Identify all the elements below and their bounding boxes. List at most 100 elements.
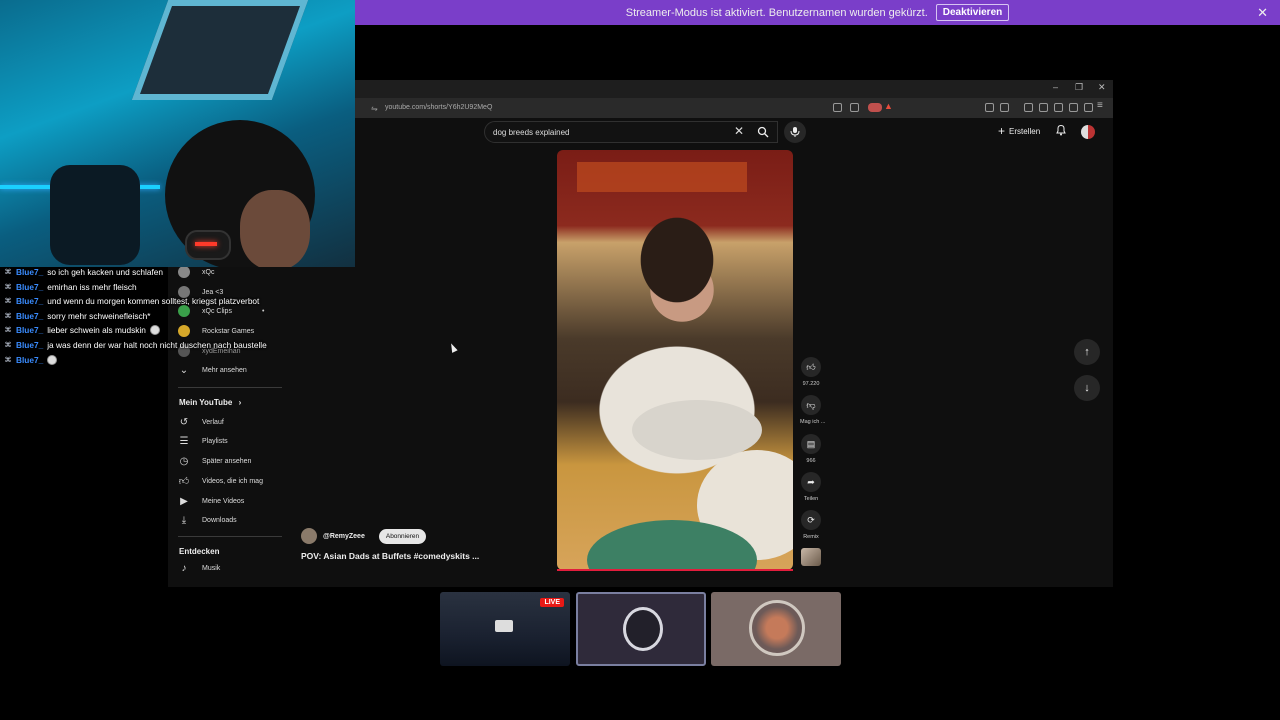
subscription-label: xQc — [202, 268, 215, 276]
account-avatar[interactable] — [1081, 125, 1095, 139]
subscription-label: Jea <3 — [202, 288, 224, 296]
notification-bell-icon[interactable] — [1055, 124, 1067, 136]
headphone-led — [195, 242, 217, 246]
share-button[interactable]: ➦ Teilen — [800, 472, 822, 502]
dislike-button[interactable]: 👎︎ Mag ich ... — [800, 395, 825, 425]
badge-icon: ⌘ — [4, 298, 12, 305]
extension-icon[interactable] — [850, 103, 859, 112]
short-channel-info: @RemyZeee Abonnieren — [301, 528, 427, 544]
thumbs-down-icon: 👎︎ — [801, 395, 821, 415]
extension-icon[interactable] — [1024, 103, 1033, 112]
sidebar-item-label: Meine Videos — [202, 497, 245, 505]
banner-text: Streamer-Modus ist aktiviert. Benutzerna… — [625, 6, 928, 19]
sidebar-item-label: Verlauf — [202, 418, 224, 426]
live-dot-icon: • — [262, 307, 265, 315]
minimize-icon[interactable]: – — [1053, 82, 1058, 92]
next-short-button[interactable]: ↓ — [1074, 375, 1100, 401]
extension-icon[interactable] — [868, 103, 882, 112]
chat-text: ja was denn der war halt noch nicht dusc… — [47, 340, 267, 350]
restaurant-sign — [577, 162, 747, 192]
chat-message: ⌘ Blue7_ lieber schwein als mudskin — [4, 325, 160, 335]
sidebar-item-playlists[interactable]: ☰ Playlists — [178, 432, 228, 450]
sidebar-item-history[interactable]: ↺ Verlauf — [178, 413, 224, 431]
warning-icon[interactable]: ▲ — [884, 101, 893, 111]
clock-icon: ◷ — [179, 455, 189, 467]
create-button[interactable]: + Erstellen — [998, 124, 1040, 138]
short-title[interactable]: POV: Asian Dads at Buffets #comedyskits … — [301, 551, 479, 561]
video-progress-bar[interactable] — [557, 569, 793, 571]
sidebar-more-button[interactable]: ⌄ Mehr ansehen — [178, 361, 247, 379]
chat-username: Blue7_ — [16, 282, 44, 292]
clear-search-icon[interactable]: ✕ — [734, 124, 744, 138]
chat-username: Blue7_ — [16, 355, 44, 365]
gaming-chair — [50, 165, 140, 265]
chat-username: Blue7_ — [16, 296, 44, 306]
like-button[interactable]: 👍︎ 97.220 — [800, 357, 822, 387]
create-label: Erstellen — [1009, 126, 1041, 136]
webcam-feed — [0, 0, 355, 267]
comments-button[interactable]: ▤ 966 — [800, 434, 822, 464]
menu-icon[interactable]: ≡ — [1097, 100, 1103, 111]
remix-label: Remix — [803, 534, 819, 540]
thumbs-up-icon: 👍︎ — [801, 357, 821, 377]
profile-avatar — [749, 600, 805, 656]
sidebar-item-liked-videos[interactable]: 👍︎ Videos, die ich mag — [178, 472, 263, 490]
chat-username: Blue7_ — [16, 340, 44, 350]
my-youtube-heading[interactable]: Mein YouTube › — [179, 398, 241, 407]
emote-icon — [47, 355, 58, 365]
extension-icon[interactable] — [833, 103, 842, 112]
extension-icon[interactable] — [1054, 103, 1063, 112]
extension-icon[interactable] — [1039, 103, 1048, 112]
chat-username: Blue7_ — [16, 267, 44, 277]
explore-heading: Entdecken — [179, 547, 219, 556]
extension-icon[interactable] — [1069, 103, 1078, 112]
stream-thumbnail[interactable]: LIVE — [440, 592, 570, 666]
previous-short-button[interactable]: ↑ — [1074, 339, 1100, 365]
like-count: 97.220 — [802, 381, 820, 387]
url-text[interactable]: youtube.com/shorts/Y6h2U92MeQ — [385, 104, 492, 111]
chat-text: sorry mehr schweinefleisch* — [47, 311, 151, 321]
arrow-up-icon: ↑ — [1084, 346, 1090, 358]
explore-label: Entdecken — [179, 547, 220, 556]
stream-overlay: – ❐ ✕ ⇋ youtube.com/shorts/Y6h2U92MeQ ▲ … — [0, 0, 1280, 720]
voice-search-button[interactable] — [784, 121, 806, 143]
chat-message: ⌘ Blue7_ ja was denn der war halt noch n… — [4, 340, 267, 350]
profile-avatar — [623, 607, 663, 651]
remix-button[interactable]: ⟳ Remix — [800, 510, 822, 540]
subscription-label: Rockstar Games — [202, 327, 255, 335]
restore-icon[interactable]: ❐ — [1075, 82, 1083, 93]
lock-icon: ⇋ — [371, 104, 378, 113]
extension-icon[interactable] — [1084, 103, 1093, 112]
channel-avatar[interactable] — [301, 528, 317, 544]
subscription-label: xQc Clips — [202, 307, 232, 315]
sidebar-divider — [178, 387, 282, 388]
channel-name[interactable]: @RemyZeee — [323, 533, 365, 540]
deactivate-button[interactable]: Deaktivieren — [935, 4, 1010, 21]
sidebar-item-downloads[interactable]: ⤓ Downloads — [178, 511, 237, 529]
sound-thumbnail[interactable] — [801, 548, 821, 566]
badge-icon: ⌘ — [4, 313, 12, 320]
download-icon: ⤓ — [181, 514, 187, 526]
arrow-down-icon: ↓ — [1084, 382, 1090, 394]
stream-thumbnail[interactable] — [711, 592, 841, 666]
stream-thumbnail[interactable] — [576, 592, 706, 666]
search-button[interactable] — [750, 121, 776, 143]
short-video-player[interactable] — [557, 150, 793, 570]
sidebar-item-music[interactable]: ♪ Musik — [178, 559, 221, 577]
history-icon: ↺ — [179, 416, 189, 428]
sidebar-subscription-item[interactable]: Rockstar Games — [178, 322, 254, 340]
sidebar-item-my-videos[interactable]: ▶ Meine Videos — [178, 492, 244, 510]
chat-message: ⌘ Blue7_ — [4, 355, 58, 365]
sidebar-item-label: Musik — [202, 564, 221, 572]
sidebar-item-watch-later[interactable]: ◷ Später ansehen — [178, 452, 252, 470]
subscribe-button[interactable]: Abonnieren — [378, 528, 427, 544]
close-icon[interactable]: ✕ — [1257, 5, 1268, 21]
channel-avatar — [178, 266, 190, 278]
extension-icon[interactable] — [1000, 103, 1009, 112]
extension-icon[interactable] — [985, 103, 994, 112]
roof-window — [131, 0, 309, 100]
close-window-icon[interactable]: ✕ — [1098, 82, 1106, 93]
chevron-down-icon: ⌄ — [179, 364, 189, 376]
channel-avatar — [178, 325, 190, 337]
sidebar-item-label: Downloads — [202, 516, 237, 524]
